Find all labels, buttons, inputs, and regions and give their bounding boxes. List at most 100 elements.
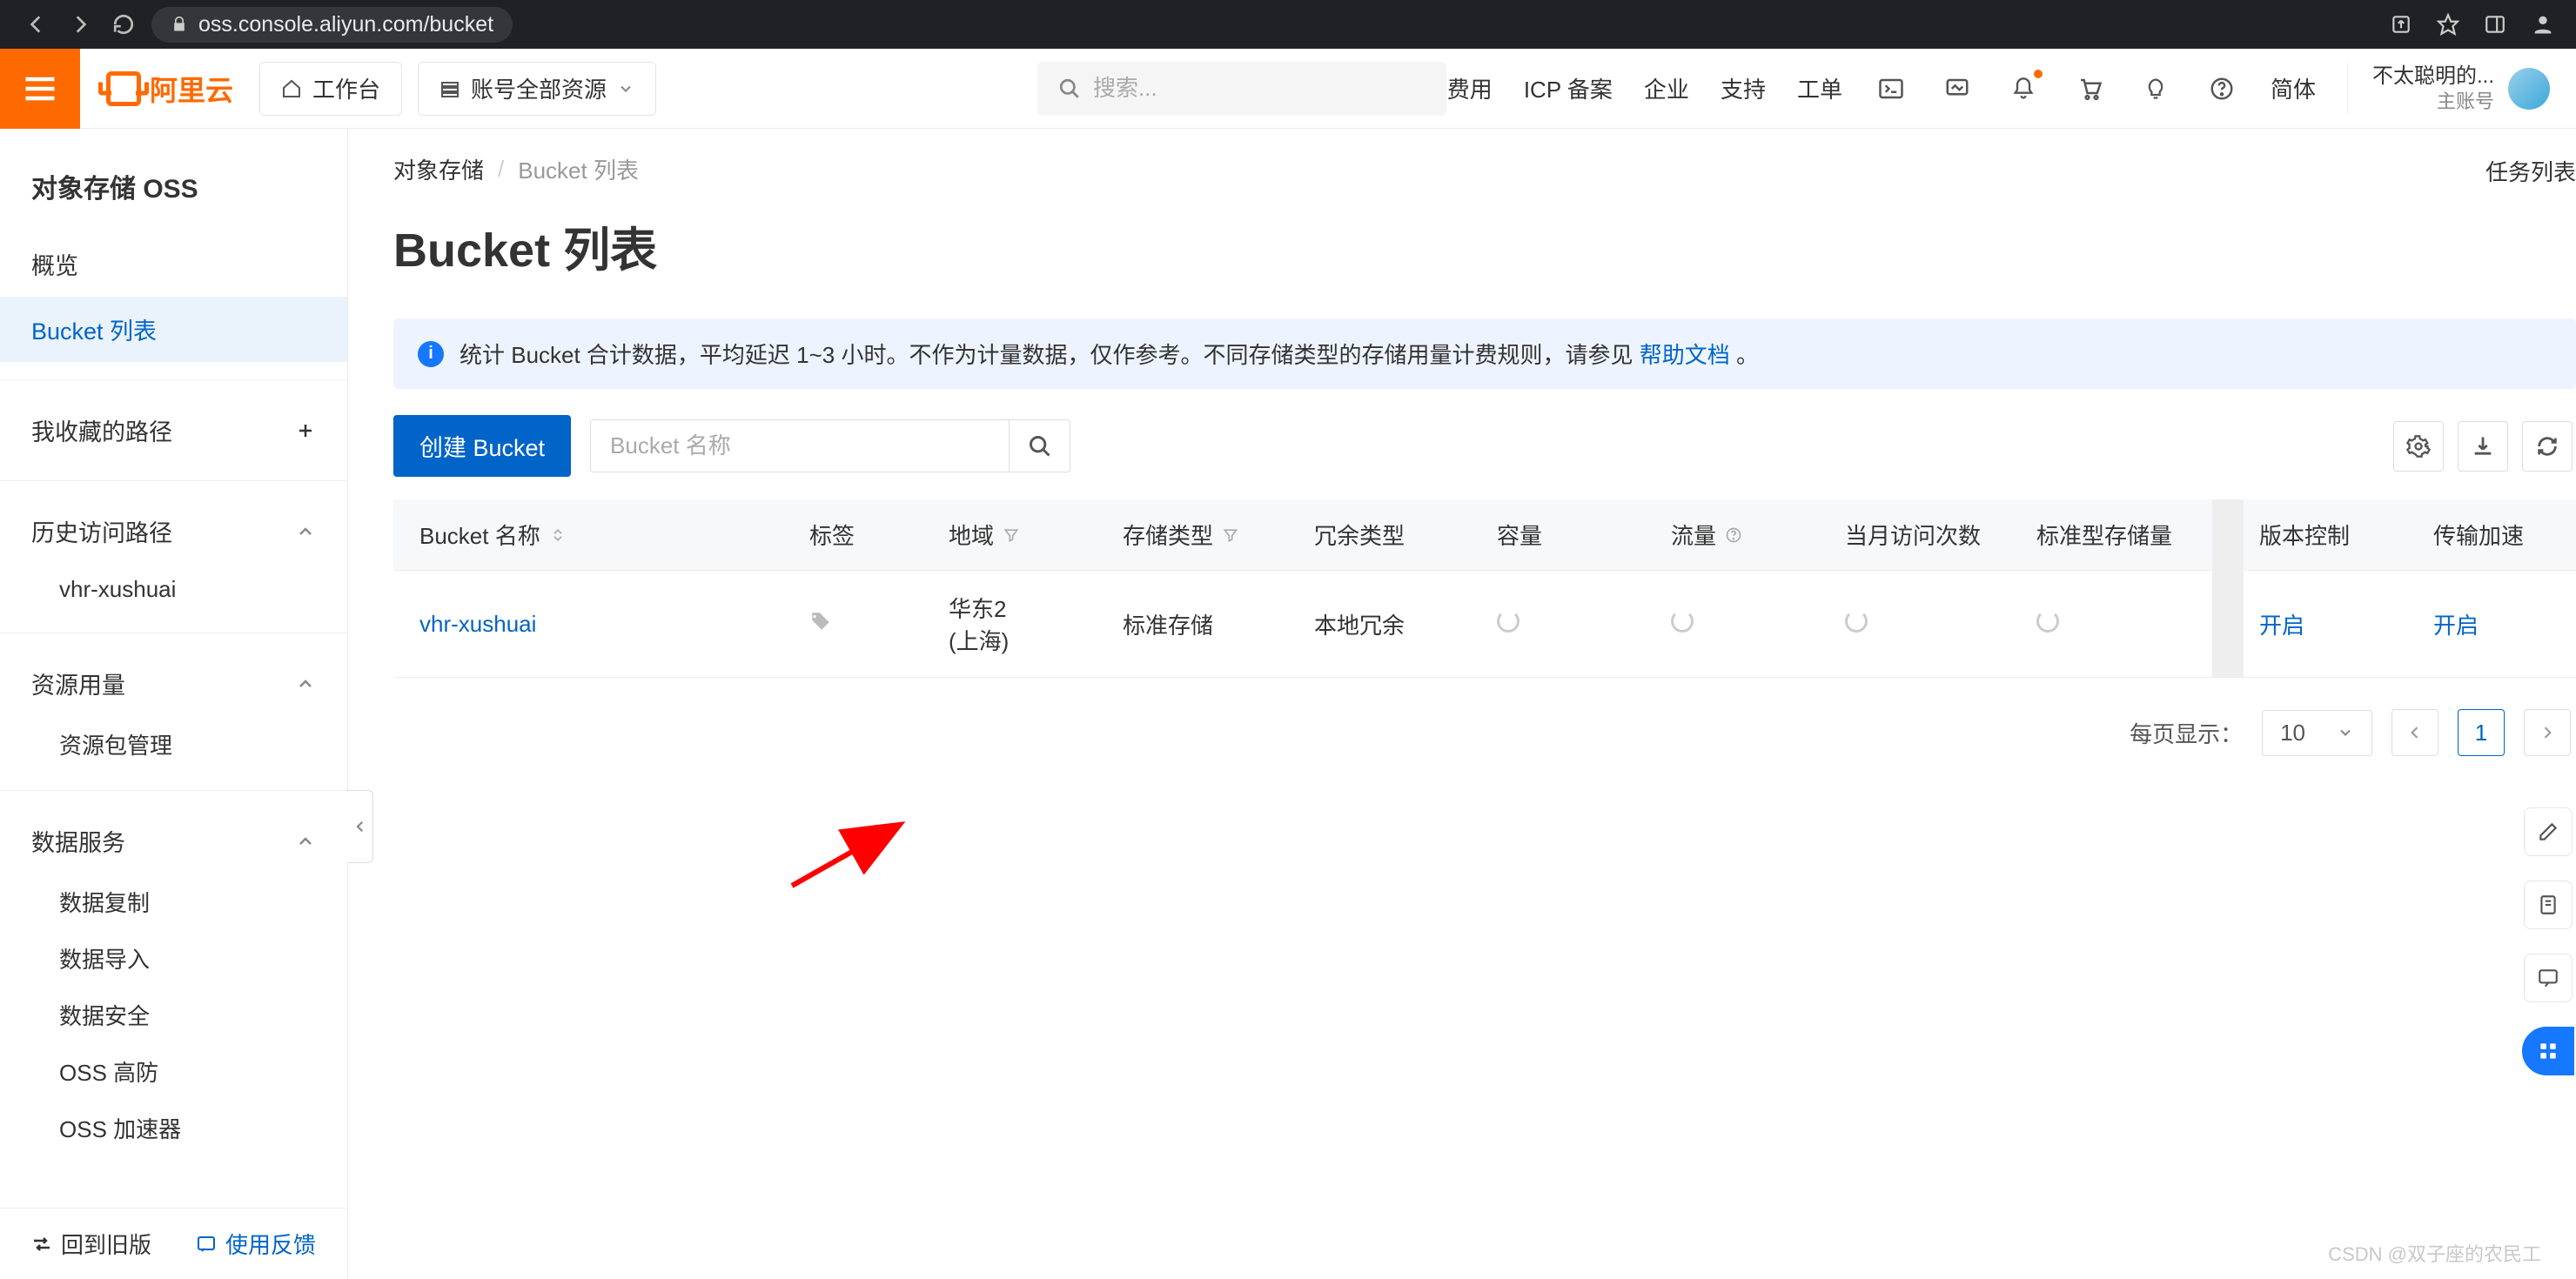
bucket-search-input[interactable] bbox=[591, 420, 1009, 472]
sidebar-history[interactable]: 历史访问路径 bbox=[0, 499, 347, 564]
menu-button[interactable] bbox=[0, 49, 80, 129]
profile-icon[interactable] bbox=[2531, 12, 2555, 37]
loading-icon bbox=[2036, 610, 2059, 633]
user-menu[interactable]: 不太聪明的... 主账号 bbox=[2347, 63, 2550, 115]
user-name: 不太聪明的... bbox=[2372, 63, 2494, 90]
bucket-name-link[interactable]: vhr-xushuai bbox=[419, 611, 536, 637]
bulb-icon[interactable] bbox=[2138, 71, 2173, 106]
tag-icon[interactable] bbox=[809, 610, 832, 633]
col-capacity: 容量 bbox=[1481, 499, 1655, 571]
back-icon[interactable] bbox=[21, 9, 52, 40]
settings-button[interactable] bbox=[2393, 421, 2444, 472]
col-name[interactable]: Bucket 名称 bbox=[393, 499, 794, 571]
cell-traffic bbox=[1655, 571, 1829, 678]
logo-icon bbox=[106, 71, 141, 106]
workbench-button[interactable]: 工作台 bbox=[259, 62, 402, 116]
back-old-version[interactable]: 回到旧版 bbox=[31, 1228, 151, 1260]
sidebar-usage[interactable]: 资源用量 bbox=[0, 651, 347, 716]
sidebar-data-item[interactable]: OSS 加速器 bbox=[0, 1100, 347, 1156]
address-bar[interactable]: oss.console.aliyun.com/bucket bbox=[151, 7, 513, 43]
cell-region: 华东2(上海) bbox=[933, 571, 1107, 678]
sidebar-item-overview[interactable]: 概览 bbox=[0, 231, 347, 297]
version-link[interactable]: 开启 bbox=[2259, 613, 2304, 639]
nav-icp[interactable]: ICP 备案 bbox=[1524, 72, 1613, 104]
nav-lang[interactable]: 简体 bbox=[2271, 72, 2316, 104]
crumb-current: Bucket 列表 bbox=[518, 153, 639, 185]
watermark: CSDN @双子座的农民工 bbox=[2328, 1239, 2541, 1267]
bell-icon[interactable] bbox=[2006, 71, 2041, 106]
loading-icon bbox=[1845, 610, 1868, 633]
crumb-root[interactable]: 对象存储 bbox=[393, 153, 484, 185]
refresh-button[interactable] bbox=[2522, 421, 2573, 472]
float-apps-button[interactable] bbox=[2522, 1027, 2574, 1075]
table-row: vhr-xushuai 华东2(上海) 标准存储 本地冗余 开启 开启 bbox=[393, 571, 2576, 678]
accel-link[interactable]: 开启 bbox=[2433, 613, 2479, 639]
help-icon[interactable] bbox=[2204, 71, 2239, 106]
cart-icon[interactable] bbox=[2072, 71, 2107, 106]
float-edit-button[interactable] bbox=[2524, 807, 2573, 856]
star-icon[interactable] bbox=[2437, 13, 2459, 36]
cell-redundancy: 本地冗余 bbox=[1298, 571, 1481, 678]
next-page-button[interactable] bbox=[2524, 709, 2571, 756]
nav-enterprise[interactable]: 企业 bbox=[1644, 72, 1689, 104]
page-1-button[interactable]: 1 bbox=[2458, 709, 2505, 756]
panel-icon[interactable] bbox=[2484, 13, 2506, 36]
bucket-search-button[interactable] bbox=[1009, 420, 1070, 472]
breadcrumb: 对象存储 / Bucket 列表 bbox=[393, 153, 2576, 185]
prev-page-button[interactable] bbox=[2392, 709, 2438, 756]
share-icon[interactable] bbox=[2390, 13, 2412, 36]
sidebar-title: 对象存储 OSS bbox=[0, 155, 347, 231]
logo-text: 阿里云 bbox=[150, 69, 233, 109]
col-traffic: 流量 bbox=[1655, 499, 1829, 571]
cloudshell-icon[interactable] bbox=[1874, 71, 1909, 106]
sidebar-favorites[interactable]: 我收藏的路径 bbox=[0, 398, 347, 463]
feedback-icon bbox=[196, 1234, 217, 1255]
reload-icon[interactable] bbox=[108, 9, 139, 40]
task-list-link[interactable]: 任务列表 bbox=[2485, 155, 2576, 187]
create-bucket-button[interactable]: 创建 Bucket bbox=[393, 415, 571, 477]
float-doc-button[interactable] bbox=[2524, 881, 2573, 929]
chevron-down-icon bbox=[2337, 724, 2354, 741]
help-doc-link[interactable]: 帮助文档 bbox=[1640, 342, 1730, 368]
sidebar-usage-item[interactable]: 资源包管理 bbox=[0, 716, 347, 773]
col-region[interactable]: 地域 bbox=[933, 499, 1107, 571]
sidebar-item-bucket-list[interactable]: Bucket 列表 bbox=[0, 297, 347, 362]
page-size-select[interactable]: 10 bbox=[2262, 710, 2372, 756]
sidebar-data-item[interactable]: OSS 高防 bbox=[0, 1043, 347, 1100]
feedback-link[interactable]: 使用反馈 bbox=[196, 1228, 316, 1260]
col-tag: 标签 bbox=[794, 499, 933, 571]
chevron-up-icon bbox=[295, 673, 316, 694]
collapse-sidebar-button[interactable] bbox=[347, 790, 373, 863]
forward-icon[interactable] bbox=[64, 9, 96, 40]
filter-icon bbox=[1222, 526, 1239, 544]
sidebar-data-item[interactable]: 数据复制 bbox=[0, 874, 347, 930]
page-size-label: 每页显示： bbox=[2130, 717, 2243, 749]
chevron-up-icon bbox=[295, 831, 316, 852]
float-buttons bbox=[2522, 807, 2574, 1075]
col-storage[interactable]: 存储类型 bbox=[1107, 499, 1298, 571]
bucket-table: Bucket 名称 标签 地域 存储类型 冗余类型 容量 流量 当月访问次数 标… bbox=[393, 499, 2576, 678]
annotation-arrow bbox=[783, 816, 914, 894]
swap-icon bbox=[31, 1234, 52, 1255]
nav-cost[interactable]: 费用 bbox=[1447, 72, 1493, 104]
logo[interactable]: 阿里云 bbox=[80, 69, 259, 109]
nav-ticket[interactable]: 工单 bbox=[1797, 72, 1842, 104]
loading-icon bbox=[1497, 610, 1519, 633]
sidebar-data-item[interactable]: 数据导入 bbox=[0, 930, 347, 987]
float-chat-button[interactable] bbox=[2524, 954, 2573, 1002]
avatar bbox=[2508, 68, 2550, 110]
account-scope-button[interactable]: 账号全部资源 bbox=[418, 62, 656, 116]
sidebar-data-services[interactable]: 数据服务 bbox=[0, 808, 347, 874]
global-search-input[interactable] bbox=[1093, 75, 1426, 102]
screen-icon[interactable] bbox=[1940, 71, 1975, 106]
sidebar-data-item[interactable]: 数据安全 bbox=[0, 987, 347, 1043]
sort-icon bbox=[549, 526, 567, 544]
sidebar-history-item[interactable]: vhr-xushuai bbox=[0, 564, 347, 615]
plus-icon[interactable] bbox=[295, 420, 316, 441]
main-content: 对象存储 / Bucket 列表 任务列表 Bucket 列表 i 统计 Buc… bbox=[348, 129, 2576, 1279]
download-button[interactable] bbox=[2458, 421, 2508, 472]
filter-icon bbox=[1003, 526, 1020, 544]
nav-support[interactable]: 支持 bbox=[1721, 72, 1766, 104]
resource-icon bbox=[439, 78, 460, 99]
global-search[interactable] bbox=[1037, 62, 1446, 116]
